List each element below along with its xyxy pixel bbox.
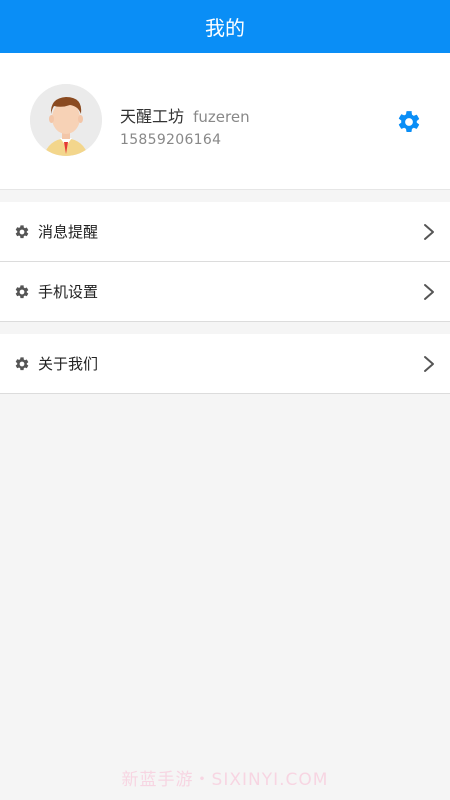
top-app-bar: 我的: [0, 0, 450, 53]
avatar[interactable]: [30, 84, 102, 156]
username: fuzeren: [193, 108, 250, 126]
phone-number: 15859206164: [120, 132, 222, 148]
display-name: 天醒工坊: [120, 107, 185, 126]
menu-item-label: 关于我们: [38, 355, 99, 373]
chevron-right-icon: [424, 224, 434, 240]
menu-item-about-us[interactable]: 关于我们: [0, 334, 450, 394]
profile-name-line: 天醒工坊 fuzeren: [120, 103, 250, 127]
menu-item-label: 手机设置: [38, 283, 99, 301]
menu-item-label: 消息提醒: [38, 223, 99, 241]
menu-group-2: 关于我们: [0, 334, 450, 394]
gear-icon: [15, 285, 29, 299]
gear-icon: [15, 225, 29, 239]
gear-icon: [398, 111, 420, 132]
menu-item-notifications[interactable]: 消息提醒: [0, 202, 450, 262]
profile-settings-button[interactable]: [396, 109, 422, 135]
profile-card[interactable]: 天醒工坊 fuzeren 15859206164: [0, 53, 450, 190]
watermark: 新蓝手游・SIXINYI.COM: [121, 770, 329, 790]
chevron-right-icon: [424, 284, 434, 300]
chevron-right-icon: [424, 356, 434, 372]
gear-icon: [15, 357, 29, 371]
avatar-illustration-icon: [30, 84, 102, 156]
menu-item-phone-settings[interactable]: 手机设置: [0, 262, 450, 322]
menu-group-1: 消息提醒 手机设置: [0, 202, 450, 322]
page-title: 我的: [205, 16, 245, 40]
